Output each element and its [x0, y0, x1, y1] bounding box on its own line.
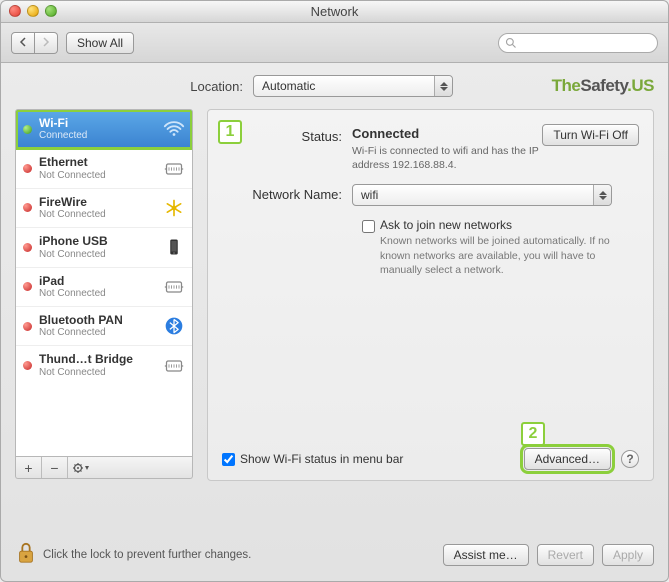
titlebar[interactable]: Network — [1, 1, 668, 23]
window-footer: Click the lock to prevent further change… — [15, 540, 654, 569]
network-name-select[interactable]: wifi — [352, 184, 612, 206]
select-arrows-icon — [434, 76, 452, 96]
service-name: Wi-Fi — [39, 116, 156, 130]
status-dot-icon — [23, 164, 32, 173]
ask-join-label: Ask to join new networks — [380, 218, 639, 232]
ethernet-icon — [163, 158, 185, 180]
ethernet-icon — [163, 276, 185, 298]
sidebar-item-iphone-usb[interactable]: iPhone USB Not Connected — [16, 228, 192, 267]
ethernet-icon — [163, 355, 185, 377]
sidebar-item-wifi[interactable]: Wi-Fi Connected — [16, 110, 192, 149]
show-wifi-status-checkbox[interactable] — [222, 453, 235, 466]
traffic-lights — [9, 5, 57, 17]
sidebar-item-firewire[interactable]: FireWire Not Connected — [16, 189, 192, 228]
gear-icon — [72, 462, 90, 474]
service-status: Connected — [39, 130, 156, 142]
service-name: iPad — [39, 274, 156, 288]
service-name: FireWire — [39, 195, 156, 209]
show-all-button[interactable]: Show All — [66, 32, 134, 54]
sidebar: Wi-Fi Connected Ethernet Not Connected — [15, 109, 193, 481]
nav-buttons — [11, 32, 58, 54]
service-status: Not Connected — [39, 288, 156, 300]
status-dot-icon — [23, 243, 32, 252]
service-name: iPhone USB — [39, 234, 156, 248]
lock-icon[interactable] — [15, 540, 37, 569]
location-select[interactable]: Automatic — [253, 75, 453, 97]
advanced-button[interactable]: Advanced… — [524, 448, 611, 470]
sidebar-item-ipad[interactable]: iPad Not Connected — [16, 268, 192, 307]
location-label: Location: — [15, 79, 243, 94]
assist-me-button[interactable]: Assist me… — [443, 544, 529, 566]
status-dot-icon — [23, 203, 32, 212]
network-name-row: Network Name: wifi — [222, 184, 639, 206]
service-list[interactable]: Wi-Fi Connected Ethernet Not Connected — [15, 109, 193, 457]
network-name-label: Network Name: — [222, 184, 352, 202]
status-description: Wi-Fi is connected to wifi and has the I… — [352, 144, 542, 172]
back-button[interactable] — [11, 32, 35, 54]
service-actions-button[interactable] — [68, 457, 94, 478]
location-value: Automatic — [262, 79, 315, 93]
toolbar: Show All — [1, 23, 668, 63]
remove-service-button[interactable]: − — [42, 457, 68, 478]
service-name: Bluetooth PAN — [39, 313, 156, 327]
search-input[interactable] — [521, 37, 651, 49]
status-dot-icon — [23, 361, 32, 370]
step-badge-1: 1 — [218, 120, 242, 144]
lock-row: Click the lock to prevent further change… — [15, 540, 251, 569]
service-name: Thund…t Bridge — [39, 352, 156, 366]
show-status-row: Show Wi-Fi status in menu bar — [222, 452, 403, 466]
forward-button[interactable] — [35, 32, 58, 54]
status-dot-icon — [23, 125, 32, 134]
close-icon[interactable] — [9, 5, 21, 17]
sidebar-item-bluetooth-pan[interactable]: Bluetooth PAN Not Connected — [16, 307, 192, 346]
lock-text: Click the lock to prevent further change… — [43, 549, 251, 561]
list-toolbar: + − — [15, 457, 193, 479]
wifi-icon — [163, 118, 185, 140]
sidebar-item-thunderbolt-bridge[interactable]: Thund…t Bridge Not Connected — [16, 346, 192, 384]
sidebar-item-ethernet[interactable]: Ethernet Not Connected — [16, 149, 192, 188]
chevron-left-icon — [18, 37, 28, 47]
main-area: Wi-Fi Connected Ethernet Not Connected — [15, 109, 654, 481]
ask-join-description: Known networks will be joined automatica… — [380, 234, 639, 277]
content: Location: Automatic TheSafety.US Wi-Fi C… — [1, 63, 668, 491]
service-name: Ethernet — [39, 155, 156, 169]
search-icon — [505, 37, 517, 49]
ask-join-row: Ask to join new networks Known networks … — [362, 218, 639, 277]
status-dot-icon — [23, 282, 32, 291]
minimize-icon[interactable] — [27, 5, 39, 17]
zoom-icon[interactable] — [45, 5, 57, 17]
search-field[interactable] — [498, 33, 658, 53]
network-pref-window: Network Show All Location: Automatic The… — [0, 0, 669, 582]
service-status: Not Connected — [39, 209, 156, 221]
turn-wifi-off-button[interactable]: Turn Wi-Fi Off — [542, 124, 639, 146]
network-name-value: wifi — [361, 188, 378, 202]
status-dot-icon — [23, 322, 32, 331]
bluetooth-icon — [163, 315, 185, 337]
pane-footer: Show Wi-Fi status in menu bar Advanced… … — [222, 448, 639, 470]
chevron-right-icon — [41, 37, 51, 47]
service-status: Not Connected — [39, 170, 156, 182]
service-status: Not Connected — [39, 327, 156, 339]
footer-buttons: Assist me… Revert Apply — [443, 544, 654, 566]
step-badge-2: 2 — [521, 422, 545, 446]
apply-button[interactable]: Apply — [602, 544, 654, 566]
iphone-icon — [163, 236, 185, 258]
revert-button[interactable]: Revert — [537, 544, 594, 566]
help-button[interactable]: ? — [621, 450, 639, 468]
firewire-icon — [163, 197, 185, 219]
ask-join-checkbox[interactable] — [362, 220, 375, 233]
window-title: Network — [311, 4, 359, 19]
service-status: Not Connected — [39, 367, 156, 379]
brand-logo: TheSafety.US — [552, 76, 654, 96]
show-wifi-status-label: Show Wi-Fi status in menu bar — [240, 452, 403, 466]
detail-pane: 1 Turn Wi-Fi Off Status: Connected Wi-Fi… — [207, 109, 654, 481]
service-status: Not Connected — [39, 249, 156, 261]
select-arrows-icon — [593, 185, 611, 205]
add-service-button[interactable]: + — [16, 457, 42, 478]
location-row: Location: Automatic TheSafety.US — [15, 75, 654, 97]
